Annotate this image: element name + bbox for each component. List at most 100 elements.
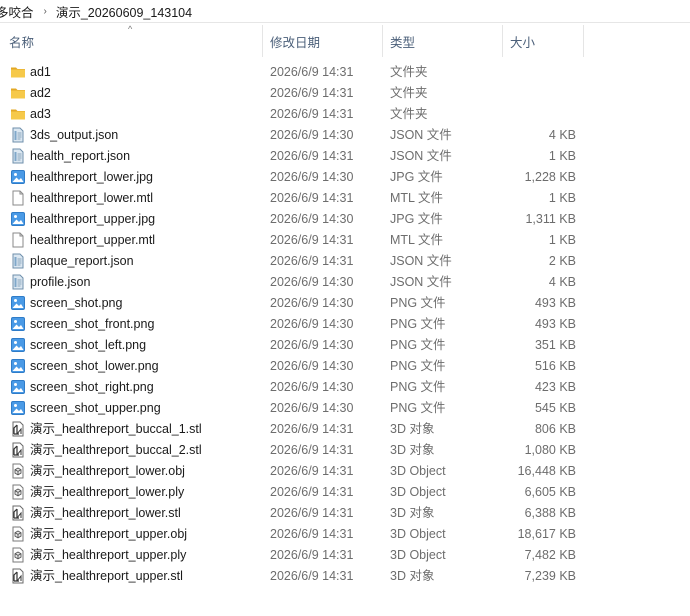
file-icon-cell <box>10 335 26 356</box>
file-icon-cell <box>10 188 26 209</box>
file-icon-cell <box>10 272 26 293</box>
folder-row[interactable]: ad2 2026/6/9 14:31 文件夹 <box>0 83 690 104</box>
file-type: 文件夹 <box>390 107 428 121</box>
file-size: 4 KB <box>548 128 576 142</box>
file-row[interactable]: 演示_healthreport_buccal_2.stl 2026/6/9 14:… <box>0 440 690 461</box>
file-icon-cell <box>10 230 26 251</box>
file-row[interactable]: healthreport_upper.mtl 2026/6/9 14:31 MTL … <box>0 230 690 251</box>
file-icon-cell <box>10 251 26 272</box>
3d-object-file-icon <box>10 526 26 542</box>
file-size <box>505 104 576 125</box>
file-type: 3D Object <box>390 548 446 562</box>
file-name: 演示_healthreport_lower.stl <box>30 506 181 520</box>
file-row[interactable]: healthreport_upper.jpg 2026/6/9 14:30 JPG … <box>0 209 690 230</box>
file-type: 文件夹 <box>390 65 428 79</box>
file-type: PNG 文件 <box>390 359 446 373</box>
column-header-name[interactable]: 名称 ^ <box>0 23 263 59</box>
file-row[interactable]: 演示_healthreport_upper.ply 2026/6/9 14:31 3… <box>0 545 690 566</box>
file-row[interactable]: 演示_healthreport_buccal_1.stl 2026/6/9 14:… <box>0 419 690 440</box>
file-row[interactable]: screen_shot_left.png 2026/6/9 14:30 PNG 文件… <box>0 335 690 356</box>
file-row[interactable]: screen_shot_front.png 2026/6/9 14:30 PNG 文… <box>0 314 690 335</box>
file-modified-date: 2026/6/9 14:31 <box>270 548 354 562</box>
file-type: 3D Object <box>390 485 446 499</box>
breadcrumb-item-current[interactable]: 演示_20260609_143104 <box>56 2 192 21</box>
file-icon-cell <box>10 503 26 524</box>
file-icon-cell <box>10 482 26 503</box>
image-file-icon <box>10 400 26 416</box>
column-header-size[interactable]: 大小 <box>503 23 584 59</box>
file-icon-cell <box>10 62 26 83</box>
file-name: screen_shot_left.png <box>30 338 147 352</box>
file-row[interactable]: 3ds_output.json 2026/6/9 14:30 JSON 文件 4 KB <box>0 125 690 146</box>
file-icon-cell <box>10 524 26 545</box>
json-file-icon <box>10 274 26 290</box>
file-type: PNG 文件 <box>390 338 446 352</box>
file-row[interactable]: screen_shot.png 2026/6/9 14:30 PNG 文件 493 K… <box>0 293 690 314</box>
file-size: 1,311 KB <box>525 212 576 226</box>
file-size: 1,080 KB <box>524 443 576 457</box>
file-name: 演示_healthreport_upper.ply <box>30 548 187 562</box>
file-name: 演示_healthreport_lower.obj <box>30 464 185 478</box>
file-row[interactable]: healthreport_lower.mtl 2026/6/9 14:31 MTL … <box>0 188 690 209</box>
file-row[interactable]: 演示_healthreport_lower.ply 2026/6/9 14:31 3… <box>0 482 690 503</box>
file-row[interactable]: screen_shot_upper.png 2026/6/9 14:30 PNG 文… <box>0 398 690 419</box>
file-row[interactable]: 演示_healthreport_upper.stl 2026/6/9 14:31 3… <box>0 566 690 587</box>
column-header-date-label: 修改日期 <box>270 35 321 50</box>
breadcrumb-chevron-icon[interactable]: › <box>44 6 47 17</box>
file-name: health_report.json <box>30 149 131 163</box>
file-type: JSON 文件 <box>390 275 452 289</box>
column-header-type[interactable]: 类型 <box>383 23 503 59</box>
file-type: 3D 对象 <box>390 569 435 583</box>
file-row[interactable]: screen_shot_right.png 2026/6/9 14:30 PNG 文… <box>0 377 690 398</box>
folder-row[interactable]: ad1 2026/6/9 14:31 文件夹 <box>0 62 690 83</box>
image-file-icon <box>10 211 26 227</box>
file-name: healthreport_upper.jpg <box>30 212 156 226</box>
file-row[interactable]: 演示_healthreport_lower.obj 2026/6/9 14:31 3… <box>0 461 690 482</box>
file-row[interactable]: 演示_healthreport_lower.stl 2026/6/9 14:31 3… <box>0 503 690 524</box>
column-header-date[interactable]: 修改日期 <box>263 23 383 59</box>
file-type: JSON 文件 <box>390 128 452 142</box>
file-row[interactable]: screen_shot_lower.png 2026/6/9 14:30 PNG 文… <box>0 356 690 377</box>
file-type: MTL 文件 <box>390 233 444 247</box>
file-row[interactable]: plaque_report.json 2026/6/9 14:31 JSON 文件 2… <box>0 251 690 272</box>
file-modified-date: 2026/6/9 14:31 <box>270 569 354 583</box>
image-file-icon <box>10 379 26 395</box>
file-size: 493 KB <box>534 317 576 331</box>
file-modified-date: 2026/6/9 14:31 <box>270 506 354 520</box>
file-row[interactable]: health_report.json 2026/6/9 14:31 JSON 文件 1… <box>0 146 690 167</box>
file-type: 文件夹 <box>390 86 428 100</box>
folder-icon <box>10 106 26 122</box>
file-modified-date: 2026/6/9 14:31 <box>270 254 354 268</box>
file-icon-cell <box>10 104 26 125</box>
file-row[interactable]: healthreport_lower.jpg 2026/6/9 14:30 JPG … <box>0 167 690 188</box>
file-modified-date: 2026/6/9 14:30 <box>270 380 354 394</box>
file-icon-cell <box>10 167 26 188</box>
file-row[interactable]: profile.json 2026/6/9 14:30 JSON 文件 4 KB <box>0 272 690 293</box>
3d-object-file-icon <box>10 547 26 563</box>
file-name: 演示_healthreport_buccal_2.stl <box>30 443 202 457</box>
file-type: 3D Object <box>390 527 446 541</box>
file-name: 演示_healthreport_upper.stl <box>30 569 183 583</box>
file-type: JSON 文件 <box>390 254 452 268</box>
file-icon-cell <box>10 398 26 419</box>
file-type: JPG 文件 <box>390 212 443 226</box>
image-file-icon <box>10 169 26 185</box>
file-size: 493 KB <box>534 296 576 310</box>
file-size: 7,482 KB <box>524 548 576 562</box>
file-modified-date: 2026/6/9 14:30 <box>270 275 354 289</box>
file-row[interactable]: 演示_healthreport_upper.obj 2026/6/9 14:31 3… <box>0 524 690 545</box>
file-name: profile.json <box>30 275 91 289</box>
folder-icon <box>10 85 26 101</box>
file-icon-cell <box>10 293 26 314</box>
file-modified-date: 2026/6/9 14:31 <box>270 191 354 205</box>
file-size: 7,239 KB <box>524 569 576 583</box>
blank-file-icon <box>10 232 26 248</box>
file-modified-date: 2026/6/9 14:30 <box>270 296 354 310</box>
breadcrumb-item-parent[interactable]: 多咬合 <box>0 2 34 21</box>
3d-object-file-icon <box>10 463 26 479</box>
file-modified-date: 2026/6/9 14:30 <box>270 170 354 184</box>
json-file-icon <box>10 127 26 143</box>
folder-icon <box>10 64 26 80</box>
file-type: PNG 文件 <box>390 401 446 415</box>
folder-row[interactable]: ad3 2026/6/9 14:31 文件夹 <box>0 104 690 125</box>
